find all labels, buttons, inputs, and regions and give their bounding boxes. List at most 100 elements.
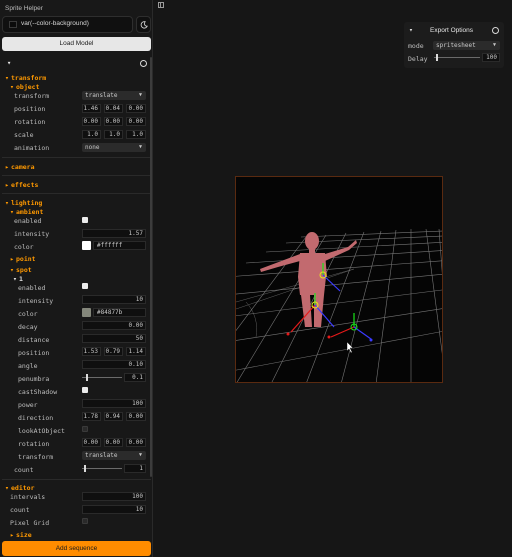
spot-rotation-y[interactable]: 0.00 bbox=[104, 438, 123, 447]
spot-direction-y[interactable]: 0.94 bbox=[104, 412, 123, 421]
spot-position-x[interactable]: 1.53 bbox=[82, 347, 101, 356]
editor-intervals-label: intervals bbox=[10, 493, 46, 501]
ambient-enabled-label: enabled bbox=[14, 217, 42, 225]
count-label: count bbox=[14, 466, 34, 474]
spot-decay-input[interactable]: 0.00 bbox=[82, 321, 146, 330]
ambient-enabled-checkbox[interactable] bbox=[82, 217, 88, 223]
object-position-label: position bbox=[14, 105, 46, 113]
spot-lookatobject-checkbox[interactable] bbox=[82, 426, 88, 432]
spot-intensity-label: intensity bbox=[18, 297, 54, 305]
editor-count-input[interactable]: 10 bbox=[82, 505, 146, 514]
spot-position-y[interactable]: 0.79 bbox=[104, 347, 123, 356]
ambient-color-label: color bbox=[14, 243, 34, 251]
spot-color-label: color bbox=[18, 310, 38, 318]
theme-toggle-button[interactable] bbox=[136, 16, 151, 33]
spot-transform-label: transform bbox=[18, 453, 54, 461]
spot-color-swatch[interactable] bbox=[82, 308, 91, 317]
spot-penumbra-slider-handle[interactable] bbox=[86, 374, 88, 381]
object-position-x[interactable]: 1.46 bbox=[82, 104, 101, 113]
sidebar-toggle-icon[interactable] bbox=[158, 2, 164, 8]
object-animation-select[interactable]: none ▼ bbox=[82, 143, 146, 152]
object-rotation-y[interactable]: 0.00 bbox=[104, 117, 123, 126]
spot-direction-z[interactable]: 0.00 bbox=[126, 412, 146, 421]
spot-enabled-checkbox[interactable] bbox=[82, 283, 88, 289]
object-rotation-x[interactable]: 0.00 bbox=[82, 117, 101, 126]
background-swatch[interactable] bbox=[9, 21, 17, 28]
count-slider-track[interactable] bbox=[82, 468, 122, 469]
spot-intensity-input[interactable]: 10 bbox=[82, 295, 146, 304]
spot-rotation-z[interactable]: 0.00 bbox=[126, 438, 146, 447]
reset-icon[interactable] bbox=[140, 60, 147, 67]
viewport bbox=[153, 0, 512, 557]
object-position-z[interactable]: 0.00 bbox=[126, 104, 146, 113]
sidebar-panel: Sprite Helper var(--color-background) Lo… bbox=[0, 0, 153, 557]
divider bbox=[2, 175, 151, 176]
load-model-button[interactable]: Load Model bbox=[2, 37, 151, 51]
spot-decay-label: decay bbox=[18, 323, 38, 331]
add-sequence-button[interactable]: Add sequence bbox=[2, 541, 151, 556]
editor-count-label: count bbox=[10, 506, 30, 514]
spot-transform-select[interactable]: translate ▼ bbox=[82, 451, 146, 460]
export-options-header[interactable]: ▾ Export Options bbox=[404, 24, 504, 36]
spot-direction-x[interactable]: 1.78 bbox=[82, 412, 101, 421]
folder-object[interactable]: ▾ object bbox=[10, 83, 39, 91]
ambient-color-swatch[interactable] bbox=[82, 241, 91, 250]
object-scale-y[interactable]: 1.0 bbox=[104, 130, 123, 139]
object-position-y[interactable]: 0.04 bbox=[104, 104, 123, 113]
spot-castshadow-checkbox[interactable] bbox=[82, 387, 88, 393]
spot-penumbra-slider-track[interactable] bbox=[82, 377, 122, 378]
spot-enabled-label: enabled bbox=[18, 284, 46, 292]
count-slider-handle[interactable] bbox=[84, 465, 86, 472]
export-delay-slider-track[interactable] bbox=[434, 57, 480, 58]
folder-spot[interactable]: ▾ spot bbox=[10, 266, 32, 274]
object-rotation-z[interactable]: 0.00 bbox=[126, 117, 146, 126]
folder-ambient[interactable]: ▾ ambient bbox=[10, 208, 43, 216]
folder-size[interactable]: ▸ size bbox=[10, 531, 32, 539]
editor-intervals-input[interactable]: 100 bbox=[82, 492, 146, 501]
spot-angle-input[interactable]: 0.10 bbox=[82, 360, 146, 369]
folder-spot-1[interactable]: ▾ 1 bbox=[13, 275, 23, 283]
spot-color-input[interactable]: #84877b bbox=[93, 308, 146, 317]
folder-editor[interactable]: ▾ editor bbox=[5, 484, 34, 492]
divider bbox=[2, 193, 151, 194]
background-color-input[interactable]: var(--color-background) bbox=[2, 16, 133, 33]
collapse-triangle-icon[interactable]: ▾ bbox=[7, 59, 11, 67]
object-rotation-label: rotation bbox=[14, 118, 46, 126]
spot-position-z[interactable]: 1.14 bbox=[126, 347, 146, 356]
object-scale-x[interactable]: 1.0 bbox=[82, 130, 101, 139]
export-delay-input[interactable]: 100 bbox=[482, 53, 500, 62]
reset-icon[interactable] bbox=[492, 27, 499, 34]
spot-castshadow-label: castShadow bbox=[18, 388, 58, 396]
export-mode-select[interactable]: spritesheet ▼ bbox=[433, 41, 500, 50]
ambient-intensity-input[interactable]: 1.57 bbox=[82, 229, 146, 238]
spot-distance-label: distance bbox=[18, 336, 50, 344]
cursor-icon bbox=[346, 341, 354, 354]
folder-transform[interactable]: ▾ transform bbox=[5, 74, 46, 82]
object-scale-z[interactable]: 1.0 bbox=[126, 130, 146, 139]
editor-pixelgrid-checkbox[interactable] bbox=[82, 518, 88, 524]
folder-camera[interactable]: ▸ camera bbox=[5, 163, 34, 171]
export-delay-slider-handle[interactable] bbox=[436, 54, 439, 61]
spot-direction-label: direction bbox=[18, 414, 54, 422]
folder-lighting[interactable]: ▾ lighting bbox=[5, 199, 42, 207]
spot-penumbra-label: penumbra bbox=[18, 375, 50, 383]
object-scale-label: scale bbox=[14, 131, 34, 139]
spot-distance-input[interactable]: 50 bbox=[82, 334, 146, 343]
object-transform-select[interactable]: translate ▼ bbox=[82, 91, 146, 100]
moon-icon bbox=[140, 21, 148, 29]
spot-penumbra-input[interactable]: 0.1 bbox=[124, 373, 146, 382]
scene-canvas[interactable] bbox=[235, 176, 443, 383]
spot-power-input[interactable]: 100 bbox=[82, 399, 146, 408]
collapse-triangle-icon[interactable]: ▾ bbox=[409, 26, 413, 34]
ambient-color-input[interactable]: #ffffff bbox=[93, 241, 146, 250]
panel-scrollbar[interactable] bbox=[150, 57, 152, 477]
folder-effects[interactable]: ▸ effects bbox=[5, 181, 38, 189]
count-input[interactable]: 1 bbox=[124, 464, 146, 473]
export-delay-label: Delay bbox=[408, 55, 428, 63]
divider bbox=[2, 479, 151, 480]
spot-rotation-x[interactable]: 0.00 bbox=[82, 438, 101, 447]
chevron-down-icon: ▼ bbox=[138, 92, 142, 98]
chevron-down-icon: ▼ bbox=[492, 42, 496, 48]
folder-point[interactable]: ▸ point bbox=[10, 255, 36, 263]
chevron-down-icon: ▼ bbox=[138, 144, 142, 150]
